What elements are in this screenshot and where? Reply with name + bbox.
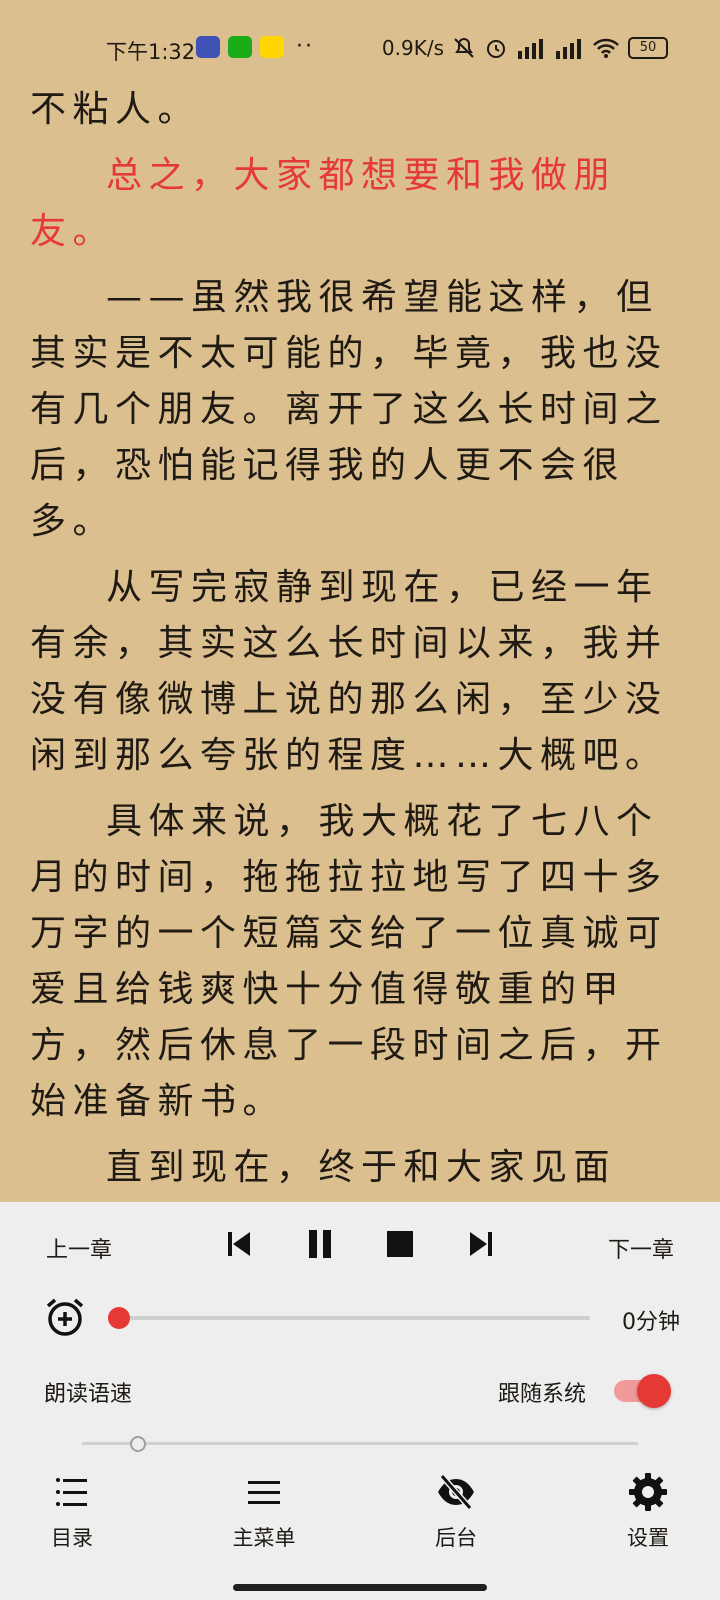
- nav-background-label: 后台: [435, 1526, 477, 1550]
- alarm-add-icon[interactable]: [44, 1296, 86, 1338]
- stop-icon[interactable]: [382, 1226, 418, 1262]
- reader-paragraph: 从写完寂静到现在，已经一年有余，其实这么长时间以来，我并没有像微博上说的那么闲，…: [30, 567, 668, 776]
- reader-paragraph: 总之，大家都想要和我做朋友。: [30, 155, 617, 252]
- timer-slider-track[interactable]: [118, 1316, 590, 1320]
- reader-paragraph: 不粘人。: [30, 89, 201, 130]
- reader-paragraph: 具体来说，我大概花了七八个月的时间，拖拖拉拉地写了四十多万字的一个短篇交给了一位…: [30, 801, 668, 1122]
- follow-system-toggle-thumb[interactable]: [637, 1374, 671, 1408]
- battery-level: 50: [628, 37, 668, 59]
- next-chapter-button[interactable]: 下一章: [608, 1232, 674, 1264]
- nav-toc-label: 目录: [51, 1526, 93, 1550]
- notification-icons: [196, 36, 284, 58]
- signal-icon-2: [556, 39, 581, 59]
- playback-controls: 上一章 下一章: [0, 1222, 720, 1264]
- nav-settings[interactable]: 设置: [588, 1472, 708, 1552]
- app-notification-icon: [196, 36, 220, 58]
- alarm-icon: [487, 40, 505, 58]
- reader-app-icon: [260, 36, 284, 58]
- skip-previous-icon[interactable]: [222, 1226, 258, 1262]
- reader-paragraph: ——虽然我很希望能这样，但其实是不太可能的，毕竟，我也没有几个朋友。离开了这么长…: [30, 277, 668, 542]
- net-speed: 0.9K/s: [381, 36, 444, 60]
- more-notifications-icon: ··: [296, 34, 314, 59]
- nav-settings-label: 设置: [627, 1526, 669, 1550]
- timer-minutes: 0分钟: [622, 1310, 680, 1335]
- home-indicator[interactable]: [233, 1584, 487, 1591]
- status-right: 0.9K/s 50: [382, 36, 668, 60]
- bottom-nav: 目录 主菜单 后台 设置: [0, 1472, 720, 1562]
- speed-label: 朗读语速: [44, 1382, 133, 1407]
- pause-icon[interactable]: [302, 1226, 338, 1262]
- status-bar: 下午1:32 ·· 0.9K/s 50: [0, 0, 720, 64]
- status-time: 下午1:32: [106, 40, 196, 64]
- speed-slider-thumb[interactable]: [129, 1436, 146, 1452]
- timer-slider-thumb[interactable]: [108, 1307, 130, 1329]
- prev-chapter-button[interactable]: 上一章: [46, 1232, 112, 1264]
- nav-main-menu-label: 主菜单: [232, 1526, 296, 1550]
- nav-toc[interactable]: 目录: [12, 1472, 132, 1552]
- mute-icon: [454, 37, 474, 58]
- sleep-timer-row: 0分钟: [0, 1294, 720, 1344]
- tts-control-panel: 上一章 下一章 0分钟 朗读语速 跟随系统 目录 主菜单 后台 设置: [0, 1202, 720, 1600]
- eye-off-icon: [438, 1474, 474, 1510]
- menu-icon: [248, 1481, 280, 1504]
- nav-main-menu[interactable]: 主菜单: [204, 1472, 324, 1552]
- list-icon: [56, 1478, 87, 1506]
- wechat-icon: [228, 36, 252, 58]
- gear-icon: [629, 1473, 667, 1511]
- follow-system-label: 跟随系统: [498, 1382, 587, 1407]
- wifi-icon: [593, 38, 619, 58]
- speed-slider-track[interactable]: [82, 1442, 638, 1445]
- speed-row: 朗读语速 跟随系统: [0, 1362, 720, 1412]
- signal-icon: [518, 39, 543, 59]
- skip-next-icon[interactable]: [462, 1226, 498, 1262]
- nav-background[interactable]: 后台: [396, 1472, 516, 1552]
